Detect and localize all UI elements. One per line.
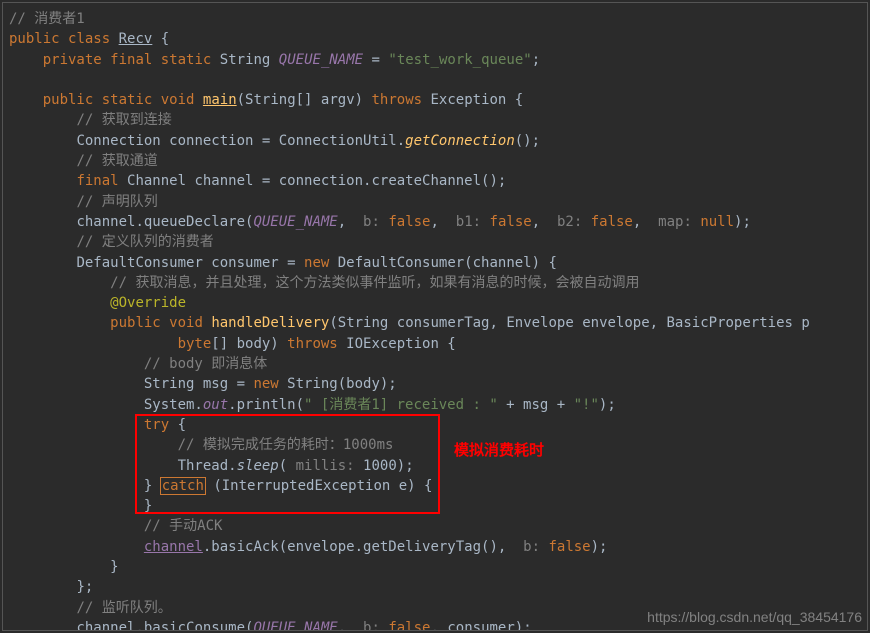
kw-void: void [161,92,195,108]
queue-declare: channel.queueDeclare( [76,214,253,230]
kw-public: public [9,31,60,47]
code-block[interactable]: // 消费者1 public class Recv { private fina… [9,9,861,631]
field-out: out [203,397,228,413]
kw-new: new [304,255,329,271]
class-name: Recv [119,31,153,47]
kw-private: private [43,52,102,68]
close-paren: ); [591,539,608,555]
paren: ( [279,458,296,474]
kw-class: class [68,31,110,47]
comma: , [633,214,658,230]
basicconsume: channel.basicConsume( [76,620,253,631]
ex: Exception { [422,92,523,108]
comment-line: // 消费者1 [9,11,85,27]
conn-decl: Connection connection = ConnectionUtil. [76,133,405,149]
method-handle: handleDelivery [211,315,329,331]
comment-line: // body 即消息体 [144,356,267,372]
semi: ; [532,52,540,68]
param-hint: millis: [296,458,355,474]
param-hint: map: [658,214,692,230]
kw-void: void [169,315,203,331]
kw-false: false [591,214,633,230]
msg-decl: String msg = [144,376,254,392]
cons-close: , consumer); [431,620,532,631]
paren: (); [515,133,540,149]
annotation-override: @Override [110,295,186,311]
field-queue: QUEUE_NAME [253,620,337,631]
close-paren: ); [599,397,616,413]
kw-new: new [253,376,278,392]
kw-throws: throws [371,92,422,108]
param-hint: b: [523,539,540,555]
code-editor[interactable]: // 消费者1 public class Recv { private fina… [2,2,868,631]
param-hint: b1: [456,214,481,230]
channel-decl: Channel channel = connection.createChann… [119,173,507,189]
brace: } [144,478,152,494]
comment-line: // 获取消息，并且处理，这个方法类似事件监听，如果有消息的时候，会被自动调用 [110,275,639,291]
kw-false: false [490,214,532,230]
string-literal: "!" [574,397,599,413]
comment-line: // 监听队列。 [76,600,171,616]
kw-final: final [110,52,152,68]
comment-line: // 声明队列 [76,194,157,210]
comma: , [338,620,363,631]
param-hint: b2: [557,214,582,230]
handle-args2: [] body) [211,336,287,352]
comment-line: // 定义队列的消费者 [76,234,213,250]
sysout: System. [144,397,203,413]
brace-semi: }; [76,579,93,595]
comment-line: // 获取到连接 [76,112,171,128]
method-main: main [203,92,237,108]
kw-false: false [548,539,590,555]
eq: = [363,52,388,68]
field-queue: QUEUE_NAME [279,52,363,68]
method-sleep: sleep [237,458,279,474]
basicack: .basicAck(envelope.getDeliveryTag(), [203,539,523,555]
kw-byte: byte [178,336,212,352]
kw-public: public [43,92,94,108]
string-literal: " [消费者1] received : " [304,397,498,413]
num: 1000 [355,458,397,474]
handle-args1: (String consumerTag, Envelope envelope, … [329,315,809,331]
brace: { [169,417,186,433]
string-literal: "test_work_queue" [388,52,531,68]
kw-static: static [102,92,153,108]
defcons2: DefaultConsumer(channel) { [329,255,557,271]
comment-line: // 获取通道 [76,153,157,169]
kw-final: final [76,173,118,189]
comment-line: // 模拟完成任务的耗时：1000ms [178,437,394,453]
close-paren: ); [734,214,751,230]
defcons: DefaultConsumer consumer = [76,255,304,271]
comma: , [338,214,363,230]
comma: , [431,214,456,230]
comma: , [532,214,557,230]
kw-null: null [700,214,734,230]
ex-io: IOException { [338,336,456,352]
plus: + msg + [498,397,574,413]
brace: { [152,31,169,47]
comment-line: // 手动ACK [144,518,223,534]
thread: Thread. [178,458,237,474]
kw-catch: catch [161,478,205,494]
kw-false: false [388,620,430,631]
println: .println( [228,397,304,413]
kw-throws: throws [287,336,338,352]
method-getconn: getConnection [405,133,515,149]
kw-public: public [110,315,161,331]
kw-false: false [388,214,430,230]
type-string: String [220,52,271,68]
brace: } [144,498,152,514]
msg-decl2: String(body); [279,376,397,392]
brace: } [110,559,118,575]
kw-try: try [144,417,169,433]
catch-args: (InterruptedException e) { [205,478,433,494]
field-channel: channel [144,539,203,555]
close-paren: ); [397,458,414,474]
field-queue: QUEUE_NAME [253,214,337,230]
main-args: (String[] argv) [237,92,372,108]
param-hint: b: [363,214,380,230]
kw-static: static [161,52,212,68]
param-hint: b: [363,620,380,631]
